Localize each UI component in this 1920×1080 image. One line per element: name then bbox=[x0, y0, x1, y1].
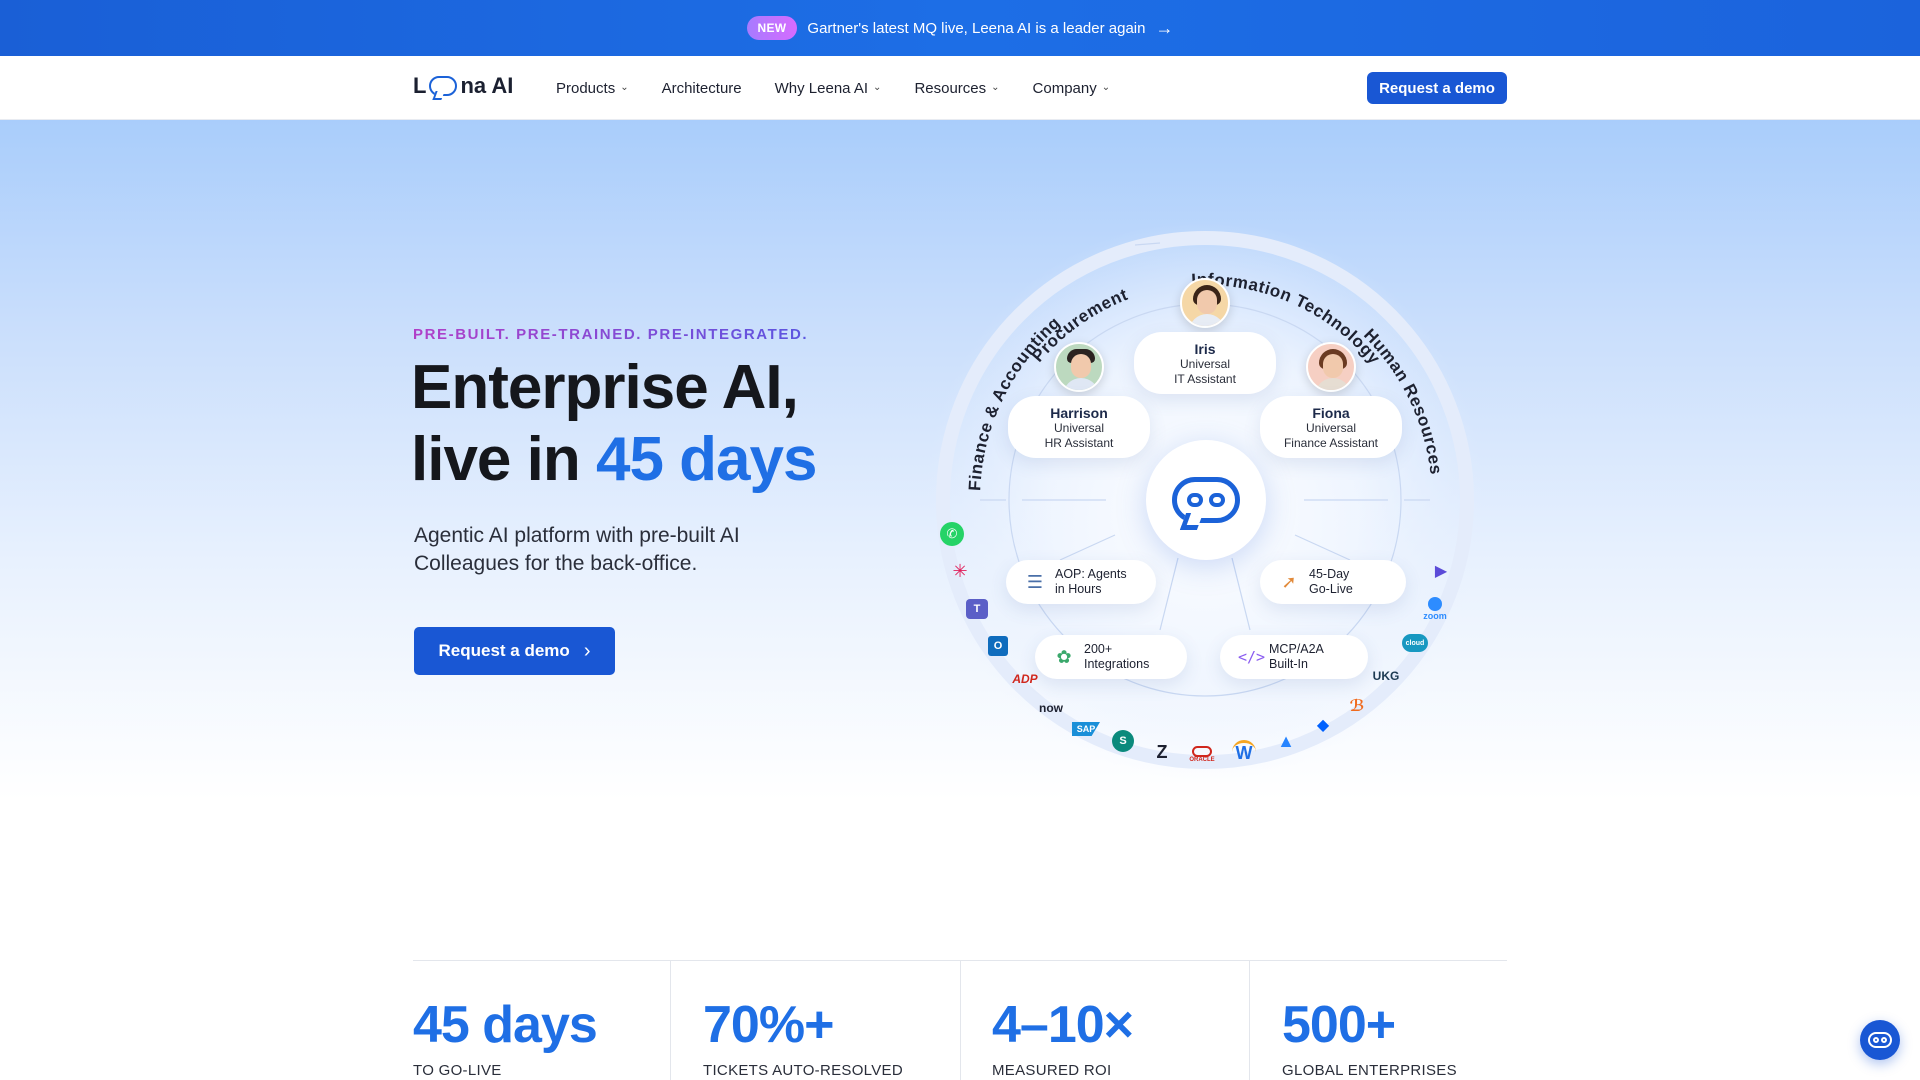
zoom-icon: zoom bbox=[1420, 596, 1450, 622]
nav-request-demo-button[interactable]: Request a demo bbox=[1367, 72, 1507, 104]
nav-item-company[interactable]: Company ⌄ bbox=[1033, 80, 1111, 97]
servicenow-icon: now bbox=[1039, 701, 1063, 715]
ukg-icon: UKG bbox=[1372, 669, 1400, 683]
slack-icon: ✳ bbox=[952, 560, 968, 581]
checklist-icon: ☰ bbox=[1026, 571, 1044, 592]
hero-title-accent: 45 days bbox=[595, 425, 818, 494]
chat-widget-button[interactable] bbox=[1860, 1020, 1900, 1060]
chevron-down-icon: ⌄ bbox=[1101, 81, 1111, 93]
feature-pill-aop: ☰ AOP: Agents in Hours bbox=[1006, 560, 1156, 604]
harrison-avatar bbox=[1054, 342, 1104, 392]
puzzle-icon: ✿ bbox=[1056, 646, 1072, 667]
chevron-right-icon: › bbox=[583, 639, 591, 662]
rocket-icon: ➚ bbox=[1281, 571, 1297, 592]
dynamics-icon: ▶ bbox=[1434, 563, 1448, 580]
atlassian-icon: ▲ bbox=[1277, 730, 1295, 751]
chevron-down-icon: ⌄ bbox=[620, 81, 629, 93]
leena-center-logo bbox=[1146, 440, 1266, 560]
ai-colleagues-diagram: Procurement Information Technology Finan… bbox=[920, 210, 1490, 780]
feature-pill-go-live: ➚ 45-Day Go-Live bbox=[1260, 560, 1406, 604]
workday-icon: W bbox=[1232, 740, 1256, 764]
chevron-down-icon: ⌄ bbox=[991, 81, 1000, 93]
zendesk-icon: Z bbox=[1156, 741, 1168, 762]
nav-menu: Products ⌄ Architecture Why Leena AI ⌄ Res… bbox=[556, 56, 1110, 120]
leena-ee-icon bbox=[1172, 477, 1240, 523]
hero-eyebrow: PRE-BUILT. PRE-TRAINED. PRE-INTEGRATED. bbox=[413, 326, 809, 343]
feature-pill-integrations: ✿ 200+ Integrations bbox=[1035, 635, 1187, 679]
teams-icon: T bbox=[966, 599, 988, 619]
hero-request-demo-button[interactable]: Request a demo › bbox=[414, 627, 615, 675]
announcement-bar[interactable]: NEW Gartner's latest MQ live, Leena AI i… bbox=[0, 0, 1920, 56]
windows-icon bbox=[1450, 528, 1468, 546]
nav-item-architecture[interactable]: Architecture bbox=[662, 80, 742, 97]
nav-item-why-leena-ai[interactable]: Why Leena AI ⌄ bbox=[775, 80, 882, 97]
assistant-card-harrison[interactable]: Harrison Universal HR Assistant bbox=[1008, 396, 1150, 458]
assistant-card-fiona[interactable]: Fiona Universal Finance Assistant bbox=[1260, 396, 1402, 458]
iris-avatar bbox=[1180, 278, 1230, 328]
main-nav: Lna AI Products ⌄ Architecture Why Leena … bbox=[0, 56, 1920, 120]
leena-ai-logo[interactable]: Lna AI bbox=[413, 73, 513, 99]
chat-bubble-icon bbox=[1868, 1032, 1892, 1048]
hero-subtitle: Agentic AI platform with pre-built AI Co… bbox=[414, 524, 740, 575]
code-icon: </> bbox=[1238, 648, 1266, 666]
salesforce-icon: cloud bbox=[1402, 634, 1428, 652]
bamboohr-icon: ℬ bbox=[1349, 698, 1365, 715]
fiona-avatar bbox=[1306, 342, 1356, 392]
adp-icon: ADP bbox=[1012, 672, 1038, 686]
dropbox-icon: ◆ bbox=[1316, 717, 1330, 734]
hero-title: Enterprise AI, live in 45 days bbox=[411, 353, 818, 494]
feature-pill-mcp: </> MCP/A2A Built-In bbox=[1220, 635, 1368, 679]
new-badge: NEW bbox=[746, 16, 798, 40]
announcement-link[interactable]: Gartner's latest MQ live, Leena AI is a … bbox=[807, 20, 1145, 37]
sharepoint-icon: S bbox=[1112, 730, 1134, 752]
whatsapp-icon: ✆ bbox=[940, 522, 964, 546]
chevron-down-icon: ⌄ bbox=[873, 81, 882, 93]
assistant-card-iris[interactable]: Iris Universal IT Assistant bbox=[1134, 332, 1276, 394]
logo-bubble-icon bbox=[429, 76, 458, 96]
outlook-icon: O bbox=[988, 636, 1008, 656]
arrow-right-icon: → bbox=[1155, 18, 1174, 38]
nav-item-products[interactable]: Products ⌄ bbox=[556, 80, 629, 97]
oracle-icon: ORACLE bbox=[1189, 742, 1215, 766]
nav-item-resources[interactable]: Resources ⌄ bbox=[914, 80, 999, 97]
